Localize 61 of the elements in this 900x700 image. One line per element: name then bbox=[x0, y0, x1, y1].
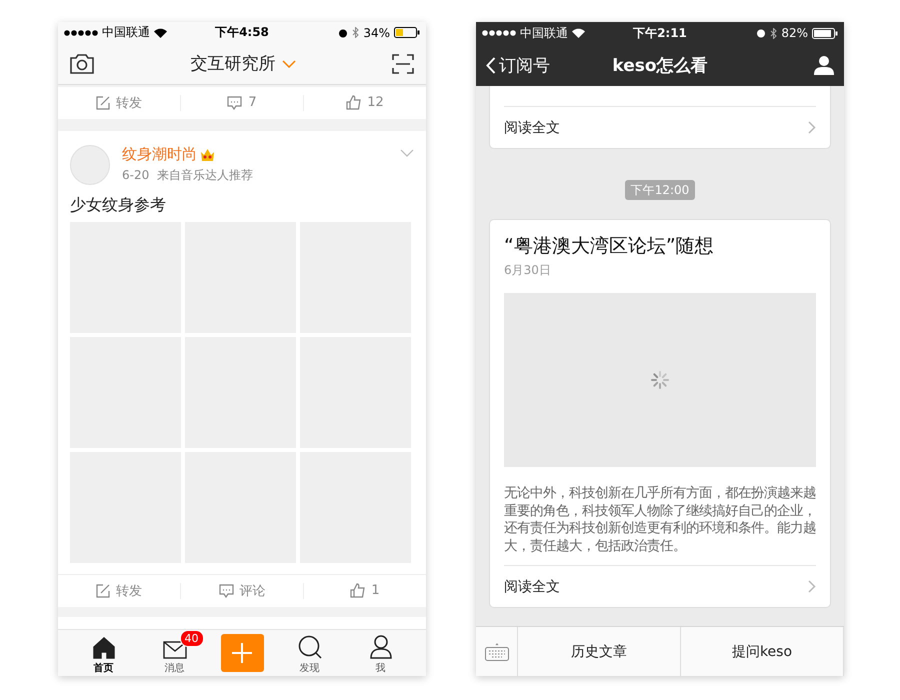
home-icon bbox=[92, 637, 114, 659]
chevron-down-icon[interactable] bbox=[282, 60, 296, 68]
keyboard-icon bbox=[484, 642, 508, 660]
chat-title: keso怎么看 bbox=[612, 54, 708, 76]
bluetooth-icon bbox=[770, 28, 778, 38]
chevron-right-icon bbox=[808, 580, 816, 593]
tab-item[interactable]: 首页 bbox=[78, 630, 128, 676]
compose-button[interactable] bbox=[220, 634, 264, 672]
camera-icon[interactable] bbox=[70, 54, 94, 74]
image-placeholder[interactable] bbox=[504, 293, 816, 467]
menu-button[interactable]: 提问keso bbox=[681, 627, 844, 676]
edit-icon bbox=[96, 584, 110, 598]
battery-icon bbox=[812, 28, 838, 38]
repost-button[interactable]: 转发 bbox=[58, 574, 180, 607]
clock-time: 下午2:11 bbox=[633, 24, 687, 42]
comment-icon bbox=[227, 96, 242, 110]
post-text: 少女纹身参考 bbox=[70, 194, 167, 216]
like-button[interactable]: 12 bbox=[304, 86, 426, 119]
article-title[interactable]: “粤港澳大湾区论坛”随想 bbox=[504, 234, 816, 258]
chevron-down-icon[interactable] bbox=[400, 148, 414, 157]
chevron-left-icon bbox=[486, 56, 496, 74]
article-date: 6月30日 bbox=[504, 262, 552, 279]
tab-item[interactable]: 发现 bbox=[284, 630, 334, 676]
loading-spinner-icon bbox=[650, 370, 670, 390]
plus-icon bbox=[232, 643, 252, 663]
unread-badge: 40 bbox=[180, 630, 204, 647]
wifi-icon bbox=[154, 28, 167, 38]
like-button[interactable]: 1 bbox=[304, 574, 426, 607]
person-icon bbox=[370, 635, 392, 659]
repost-button[interactable]: 转发 bbox=[58, 86, 180, 119]
person-icon[interactable] bbox=[814, 55, 834, 75]
clock-time: 下午4:58 bbox=[215, 24, 269, 42]
signal-icon bbox=[482, 30, 516, 36]
carrier-name: 中国联通 bbox=[102, 24, 150, 42]
menu-button[interactable]: 历史文章 bbox=[518, 627, 681, 676]
bluetooth-icon bbox=[352, 27, 360, 38]
read-more-link[interactable]: 阅读全文 bbox=[504, 565, 816, 607]
crown-icon bbox=[200, 148, 215, 162]
envelope-icon bbox=[162, 641, 186, 659]
post-meta: 6-20 来自音乐达人推荐 bbox=[122, 167, 254, 184]
battery-percent: 34% bbox=[363, 26, 390, 40]
article-excerpt: 无论中外，科技创新在几乎所有方面，都在扮演越来越重要的角色，科技领军人物除了继续搞好自己的企业，还有责任为科技创新创造更有利的环境和条件。能力越大，责任越大，包括政治责任。 bbox=[504, 485, 816, 555]
thumbs-up-icon bbox=[346, 95, 362, 110]
edit-icon bbox=[96, 96, 110, 110]
comment-icon bbox=[218, 584, 234, 598]
timestamp: 下午12:00 bbox=[624, 180, 696, 200]
page-title[interactable]: 交互研究所 bbox=[190, 52, 276, 76]
search-icon bbox=[298, 635, 322, 659]
tab-item[interactable]: 我 bbox=[356, 630, 406, 676]
wifi-icon bbox=[572, 28, 585, 38]
comment-button[interactable]: 评论 bbox=[181, 574, 303, 607]
carrier-name: 中国联通 bbox=[520, 24, 568, 42]
back-button[interactable]: 订阅号 bbox=[486, 54, 576, 76]
battery-percent: 82% bbox=[781, 26, 808, 40]
thumbs-up-icon bbox=[350, 583, 366, 598]
scan-icon[interactable] bbox=[392, 54, 414, 74]
avatar[interactable] bbox=[70, 144, 110, 185]
signal-icon bbox=[64, 30, 98, 36]
chevron-right-icon bbox=[808, 121, 816, 134]
comment-button[interactable]: 7 bbox=[181, 86, 303, 119]
battery-icon bbox=[394, 27, 420, 38]
